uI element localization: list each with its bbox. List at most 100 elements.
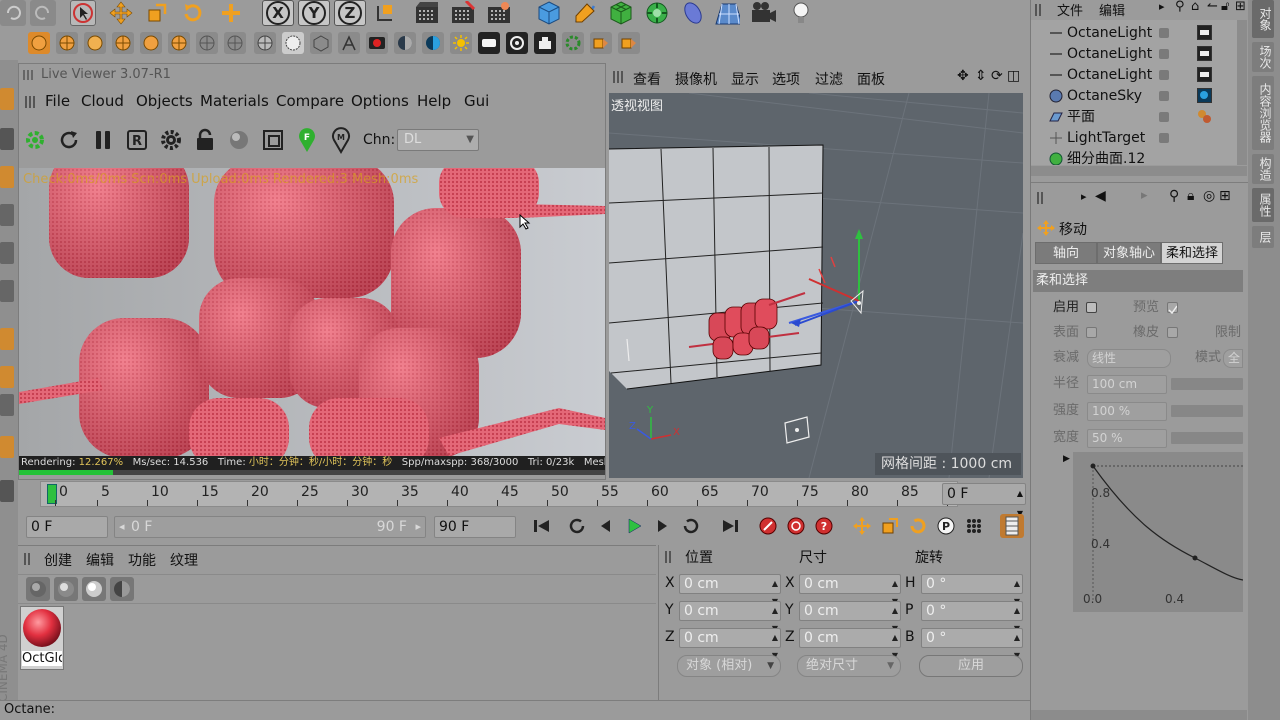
object-list-scrollbar[interactable] — [1237, 20, 1247, 165]
om-menu-edit[interactable]: 编辑 — [1099, 0, 1125, 19]
prev-frame-icon[interactable] — [594, 514, 618, 538]
om-new-icon[interactable]: ⊞ — [1235, 0, 1246, 14]
environment-icon[interactable] — [714, 0, 740, 26]
subdivision-icon[interactable] — [608, 0, 634, 26]
material-thumbnail[interactable]: OctGlo — [20, 606, 64, 670]
material-tag-icon[interactable] — [1197, 109, 1212, 124]
palette-tool-2-icon[interactable] — [0, 166, 14, 188]
tab-soft-selection[interactable]: 柔和选择 — [1161, 242, 1223, 264]
tab-axis[interactable]: 轴向 — [1035, 242, 1097, 264]
y-axis-icon[interactable]: Y — [298, 0, 330, 26]
curve-expand-icon[interactable]: ▶ — [1063, 454, 1070, 464]
timeline-ruler[interactable]: 051015202530354045505560657075808590 — [40, 481, 969, 507]
width-slider[interactable] — [1171, 432, 1243, 444]
material-filter-1-icon[interactable] — [26, 577, 50, 601]
viewport-maximize-icon[interactable]: ◫ — [1007, 68, 1020, 84]
width-field[interactable]: 50 % — [1087, 429, 1167, 448]
viewport-menu-filter[interactable]: 过滤 — [815, 69, 843, 89]
menu-materials[interactable]: Materials — [200, 92, 269, 110]
scale-icon[interactable] — [144, 0, 170, 26]
octane-tags-icon[interactable] — [590, 32, 612, 54]
palette-tool-6-icon[interactable] — [0, 328, 14, 350]
visibility-flag[interactable] — [1159, 112, 1169, 122]
radius-slider[interactable] — [1171, 378, 1243, 390]
deformer-icon[interactable] — [680, 0, 706, 26]
visibility-flag[interactable] — [1159, 70, 1169, 80]
current-frame-field[interactable]: 0 F▲▼ — [942, 483, 1026, 518]
go-to-start-icon[interactable] — [530, 514, 554, 538]
tab-object-axis[interactable]: 对象轴心 — [1097, 242, 1161, 264]
visibility-flag[interactable] — [1159, 49, 1169, 59]
viewport-menu-display[interactable]: 显示 — [731, 69, 759, 89]
tab-attributes[interactable]: 属性 — [1252, 188, 1274, 222]
octane-tags-2-icon[interactable] — [618, 32, 640, 54]
frame-range-slider[interactable]: ◂ 0 F 90 F ▸ — [114, 516, 426, 538]
checker-tool-icon[interactable] — [0, 128, 14, 150]
mode-polygons-icon[interactable] — [84, 32, 106, 54]
surface-checkbox[interactable] — [1086, 327, 1097, 338]
viewport-menu-options[interactable]: 选项 — [772, 69, 800, 89]
pause-render-icon[interactable] — [91, 128, 115, 152]
prev-key-icon[interactable] — [566, 514, 590, 538]
key-param-icon[interactable]: P — [934, 514, 958, 538]
size-z-field[interactable]: 0 cm▲▼ — [799, 628, 901, 660]
workplane-icon[interactable] — [196, 32, 218, 54]
key-rotate-icon[interactable] — [906, 514, 930, 538]
menu-compare[interactable]: Compare — [276, 92, 344, 110]
attr-search-icon[interactable]: ⚲ — [1169, 188, 1179, 204]
visibility-flag[interactable] — [1159, 28, 1169, 38]
rubber-checkbox[interactable] — [1167, 327, 1178, 338]
strength-slider[interactable] — [1171, 405, 1243, 417]
palette-tool-icon[interactable] — [0, 88, 14, 110]
om-back-icon[interactable]: ↼ — [1207, 0, 1218, 14]
viewport-menu-panel[interactable]: 面板 — [857, 69, 885, 89]
attributes-hscrollbar[interactable] — [1031, 710, 1247, 720]
rot-p-field[interactable]: 0 °▲▼ — [921, 601, 1023, 633]
size-mode-select[interactable]: 绝对尺寸 ▼ — [797, 655, 901, 677]
menu-gui[interactable]: Gui — [464, 92, 489, 110]
attr-forward-icon[interactable]: ▸ — [1141, 188, 1148, 203]
palette-tool-3-icon[interactable] — [0, 204, 14, 226]
preview-checkbox[interactable] — [1167, 302, 1178, 315]
mm-menu-function[interactable]: 功能 — [128, 550, 156, 570]
record-icon[interactable] — [756, 514, 780, 538]
octane-diffuse-icon[interactable] — [394, 32, 416, 54]
redo-icon[interactable] — [30, 0, 56, 26]
material-sphere-icon[interactable] — [227, 128, 251, 152]
focus-pin-icon[interactable]: F — [295, 126, 319, 154]
select-arrow-icon[interactable] — [70, 0, 96, 26]
viewport-pan-icon[interactable]: ✥ — [957, 68, 969, 84]
octane-light-tag-icon[interactable] — [1197, 46, 1212, 61]
attr-new-icon[interactable]: ⊞ — [1219, 188, 1231, 204]
z-axis-icon[interactable]: Z — [334, 0, 366, 26]
octane-sky-tag-icon[interactable] — [1197, 88, 1212, 103]
start-render-icon[interactable] — [23, 128, 47, 152]
octane-area-light-icon[interactable] — [450, 32, 472, 54]
play-icon[interactable] — [622, 514, 646, 538]
mode-texture-icon[interactable] — [168, 32, 190, 54]
palette-tool-10-icon[interactable] — [0, 480, 14, 502]
mm-menu-texture[interactable]: 纹理 — [170, 550, 198, 570]
coordinate-mode-select[interactable]: 对象 (相对) ▼ — [677, 655, 781, 677]
palette-tool-7-icon[interactable] — [0, 366, 14, 388]
radius-field[interactable]: 100 cm — [1087, 375, 1167, 394]
size-x-field[interactable]: 0 cm▲▼ — [799, 574, 901, 606]
visibility-flag[interactable] — [1159, 133, 1169, 143]
mode-points-icon[interactable] — [28, 32, 50, 54]
key-move-icon[interactable] — [850, 514, 874, 538]
enable-checkbox[interactable] — [1086, 302, 1097, 313]
material-filter-4-icon[interactable] — [110, 577, 134, 601]
mode-model-icon[interactable] — [140, 32, 162, 54]
end-frame-field[interactable]: 90 F — [434, 516, 516, 538]
keyframe-help-icon[interactable]: ? — [812, 514, 836, 538]
tab-layers[interactable]: 层 — [1252, 226, 1274, 248]
cube-icon[interactable] — [536, 0, 562, 26]
region-select-icon[interactable] — [261, 128, 285, 152]
settings-gear-icon[interactable] — [159, 128, 183, 152]
pos-x-field[interactable]: 0 cm▲▼ — [679, 574, 781, 606]
menu-options[interactable]: Options — [351, 92, 409, 110]
x-axis-icon[interactable]: X — [262, 0, 294, 26]
curve-point[interactable] — [1192, 555, 1198, 561]
next-key-icon[interactable] — [678, 514, 702, 538]
mode-select[interactable]: 全 — [1223, 349, 1243, 368]
